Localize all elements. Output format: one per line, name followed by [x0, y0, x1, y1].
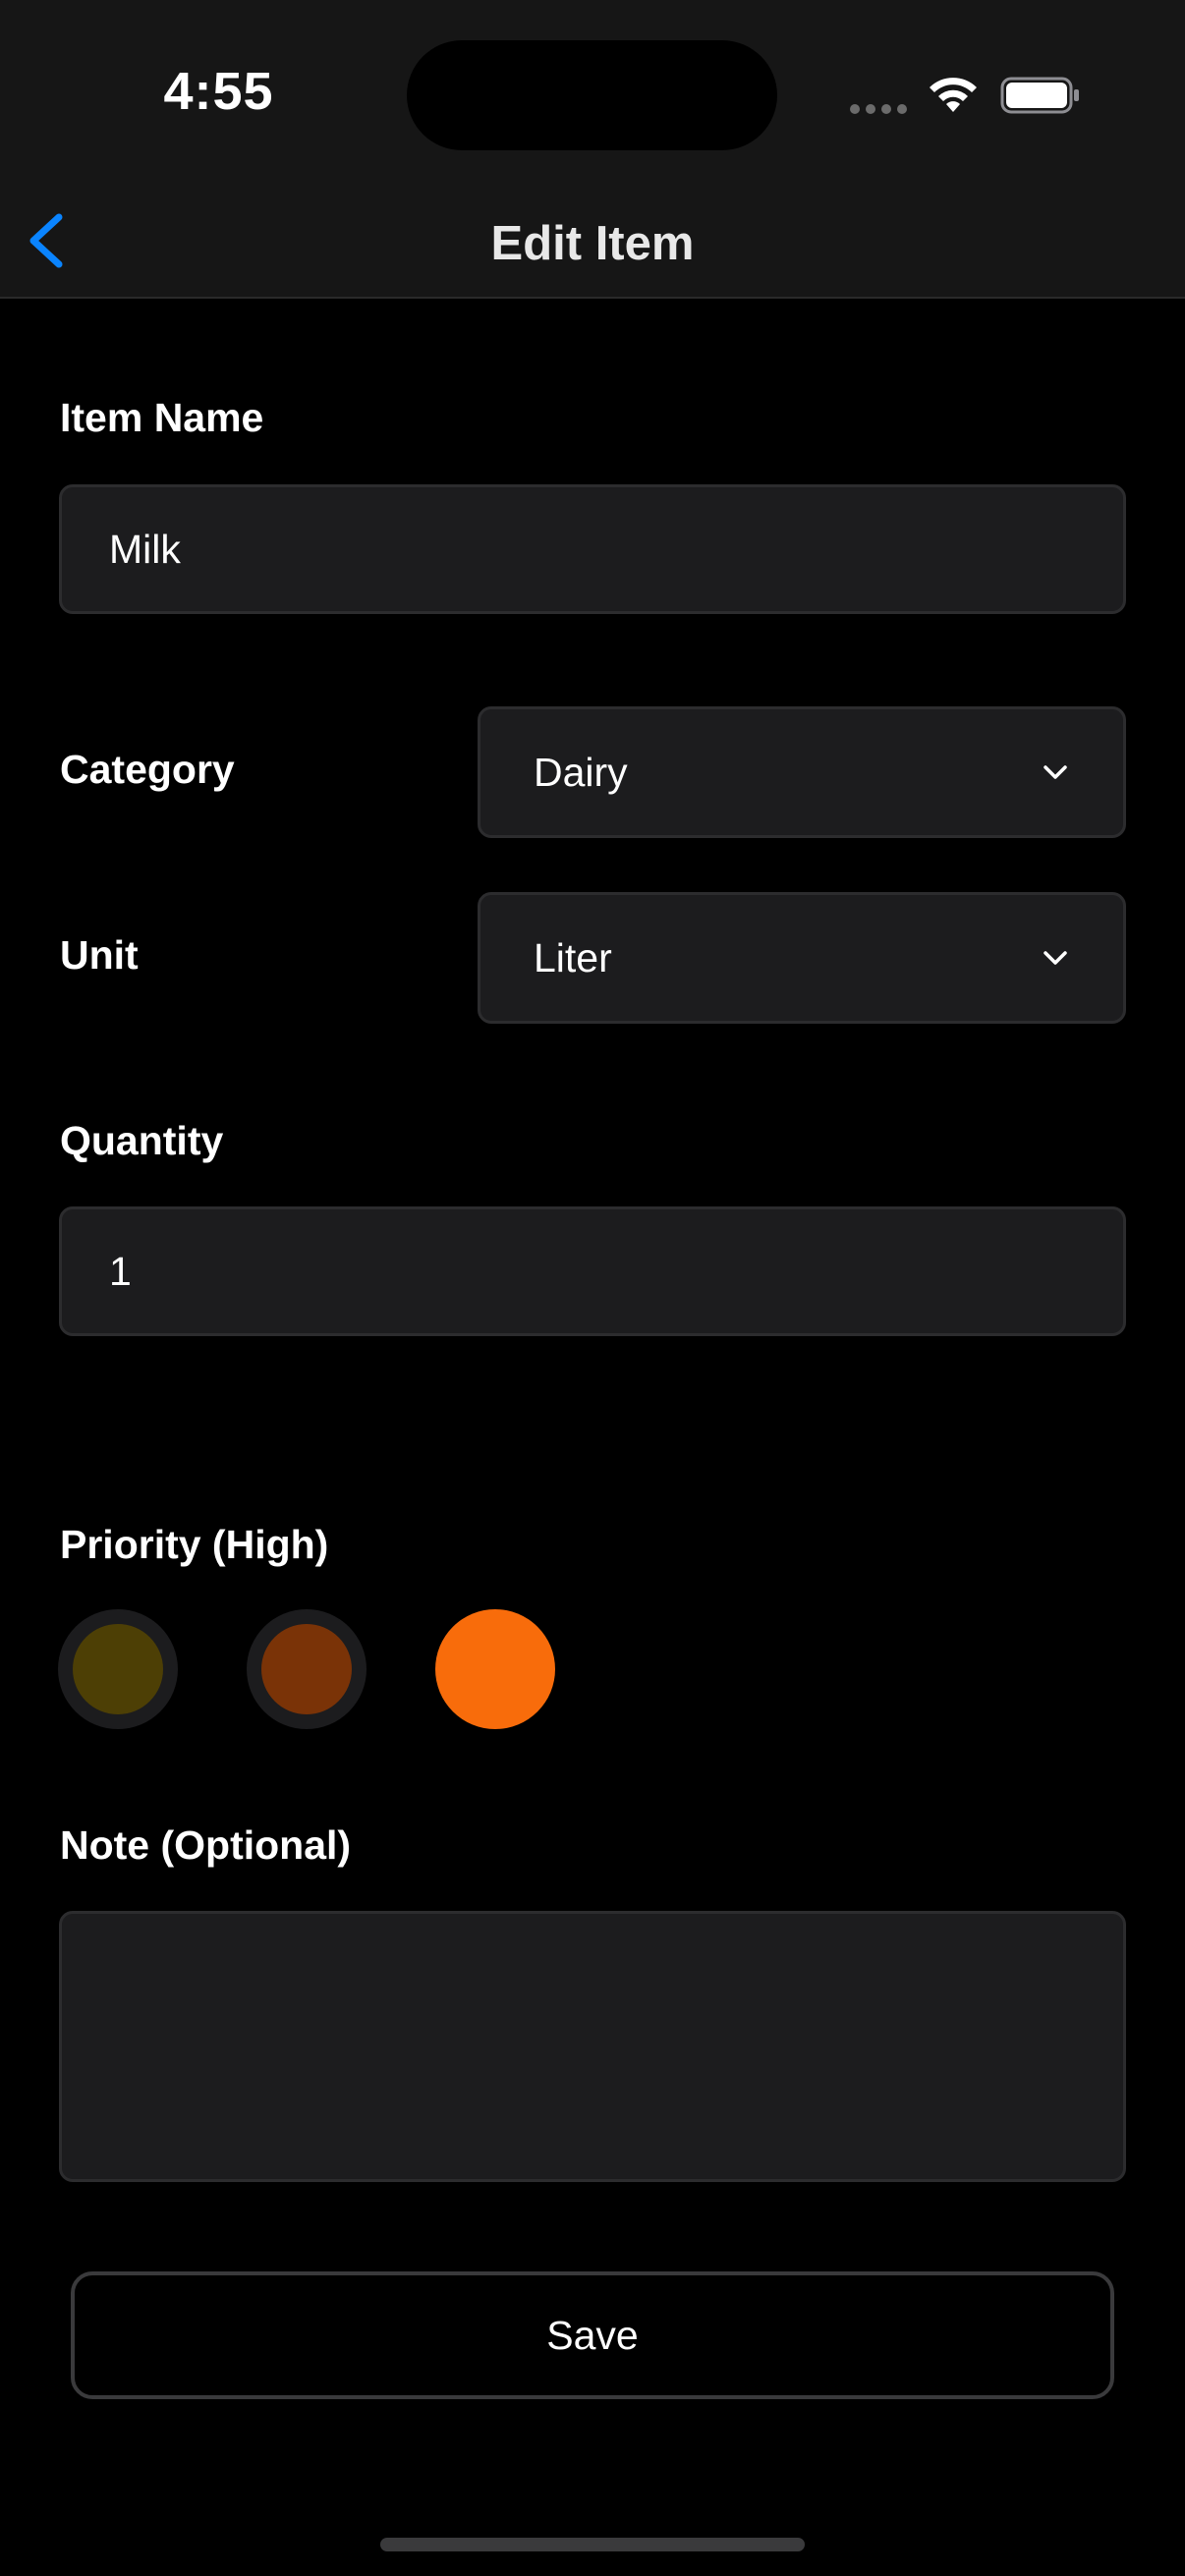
navigation-bar: Edit Item	[0, 192, 1185, 299]
unit-label: Unit	[60, 932, 139, 978]
quantity-value: 1	[109, 1248, 132, 1294]
chevron-left-icon	[29, 213, 63, 268]
quantity-input[interactable]: 1	[59, 1206, 1126, 1336]
item-name-value: Milk	[109, 526, 181, 572]
chevron-down-icon	[1044, 765, 1067, 779]
battery-icon	[1000, 77, 1079, 114]
note-textarea[interactable]	[59, 1911, 1126, 2182]
quantity-label: Quantity	[60, 1118, 224, 1163]
priority-medium-swatch	[261, 1624, 352, 1714]
item-name-input[interactable]: Milk	[59, 484, 1126, 614]
category-select[interactable]: Dairy	[478, 706, 1126, 838]
note-label: Note (Optional)	[60, 1822, 352, 1868]
wifi-icon	[930, 78, 977, 112]
unit-select[interactable]: Liter	[478, 892, 1126, 1024]
category-selected-value: Dairy	[534, 749, 628, 795]
status-bar: 4:55	[0, 0, 1185, 192]
status-time: 4:55	[163, 62, 274, 121]
category-label: Category	[60, 747, 235, 792]
back-button[interactable]	[18, 201, 96, 280]
dynamic-island	[407, 40, 777, 150]
priority-label: Priority (High)	[60, 1522, 329, 1567]
home-indicator	[380, 2538, 805, 2551]
priority-low-swatch	[73, 1624, 163, 1714]
priority-low-button[interactable]	[58, 1609, 178, 1729]
item-name-label: Item Name	[60, 395, 264, 440]
unit-selected-value: Liter	[534, 934, 612, 980]
signal-dots-icon	[850, 104, 907, 114]
page-title: Edit Item	[490, 217, 695, 270]
save-button[interactable]: Save	[71, 2271, 1114, 2399]
priority-medium-button[interactable]	[247, 1609, 367, 1729]
chevron-down-icon	[1044, 951, 1067, 965]
priority-high-button[interactable]	[435, 1609, 555, 1729]
